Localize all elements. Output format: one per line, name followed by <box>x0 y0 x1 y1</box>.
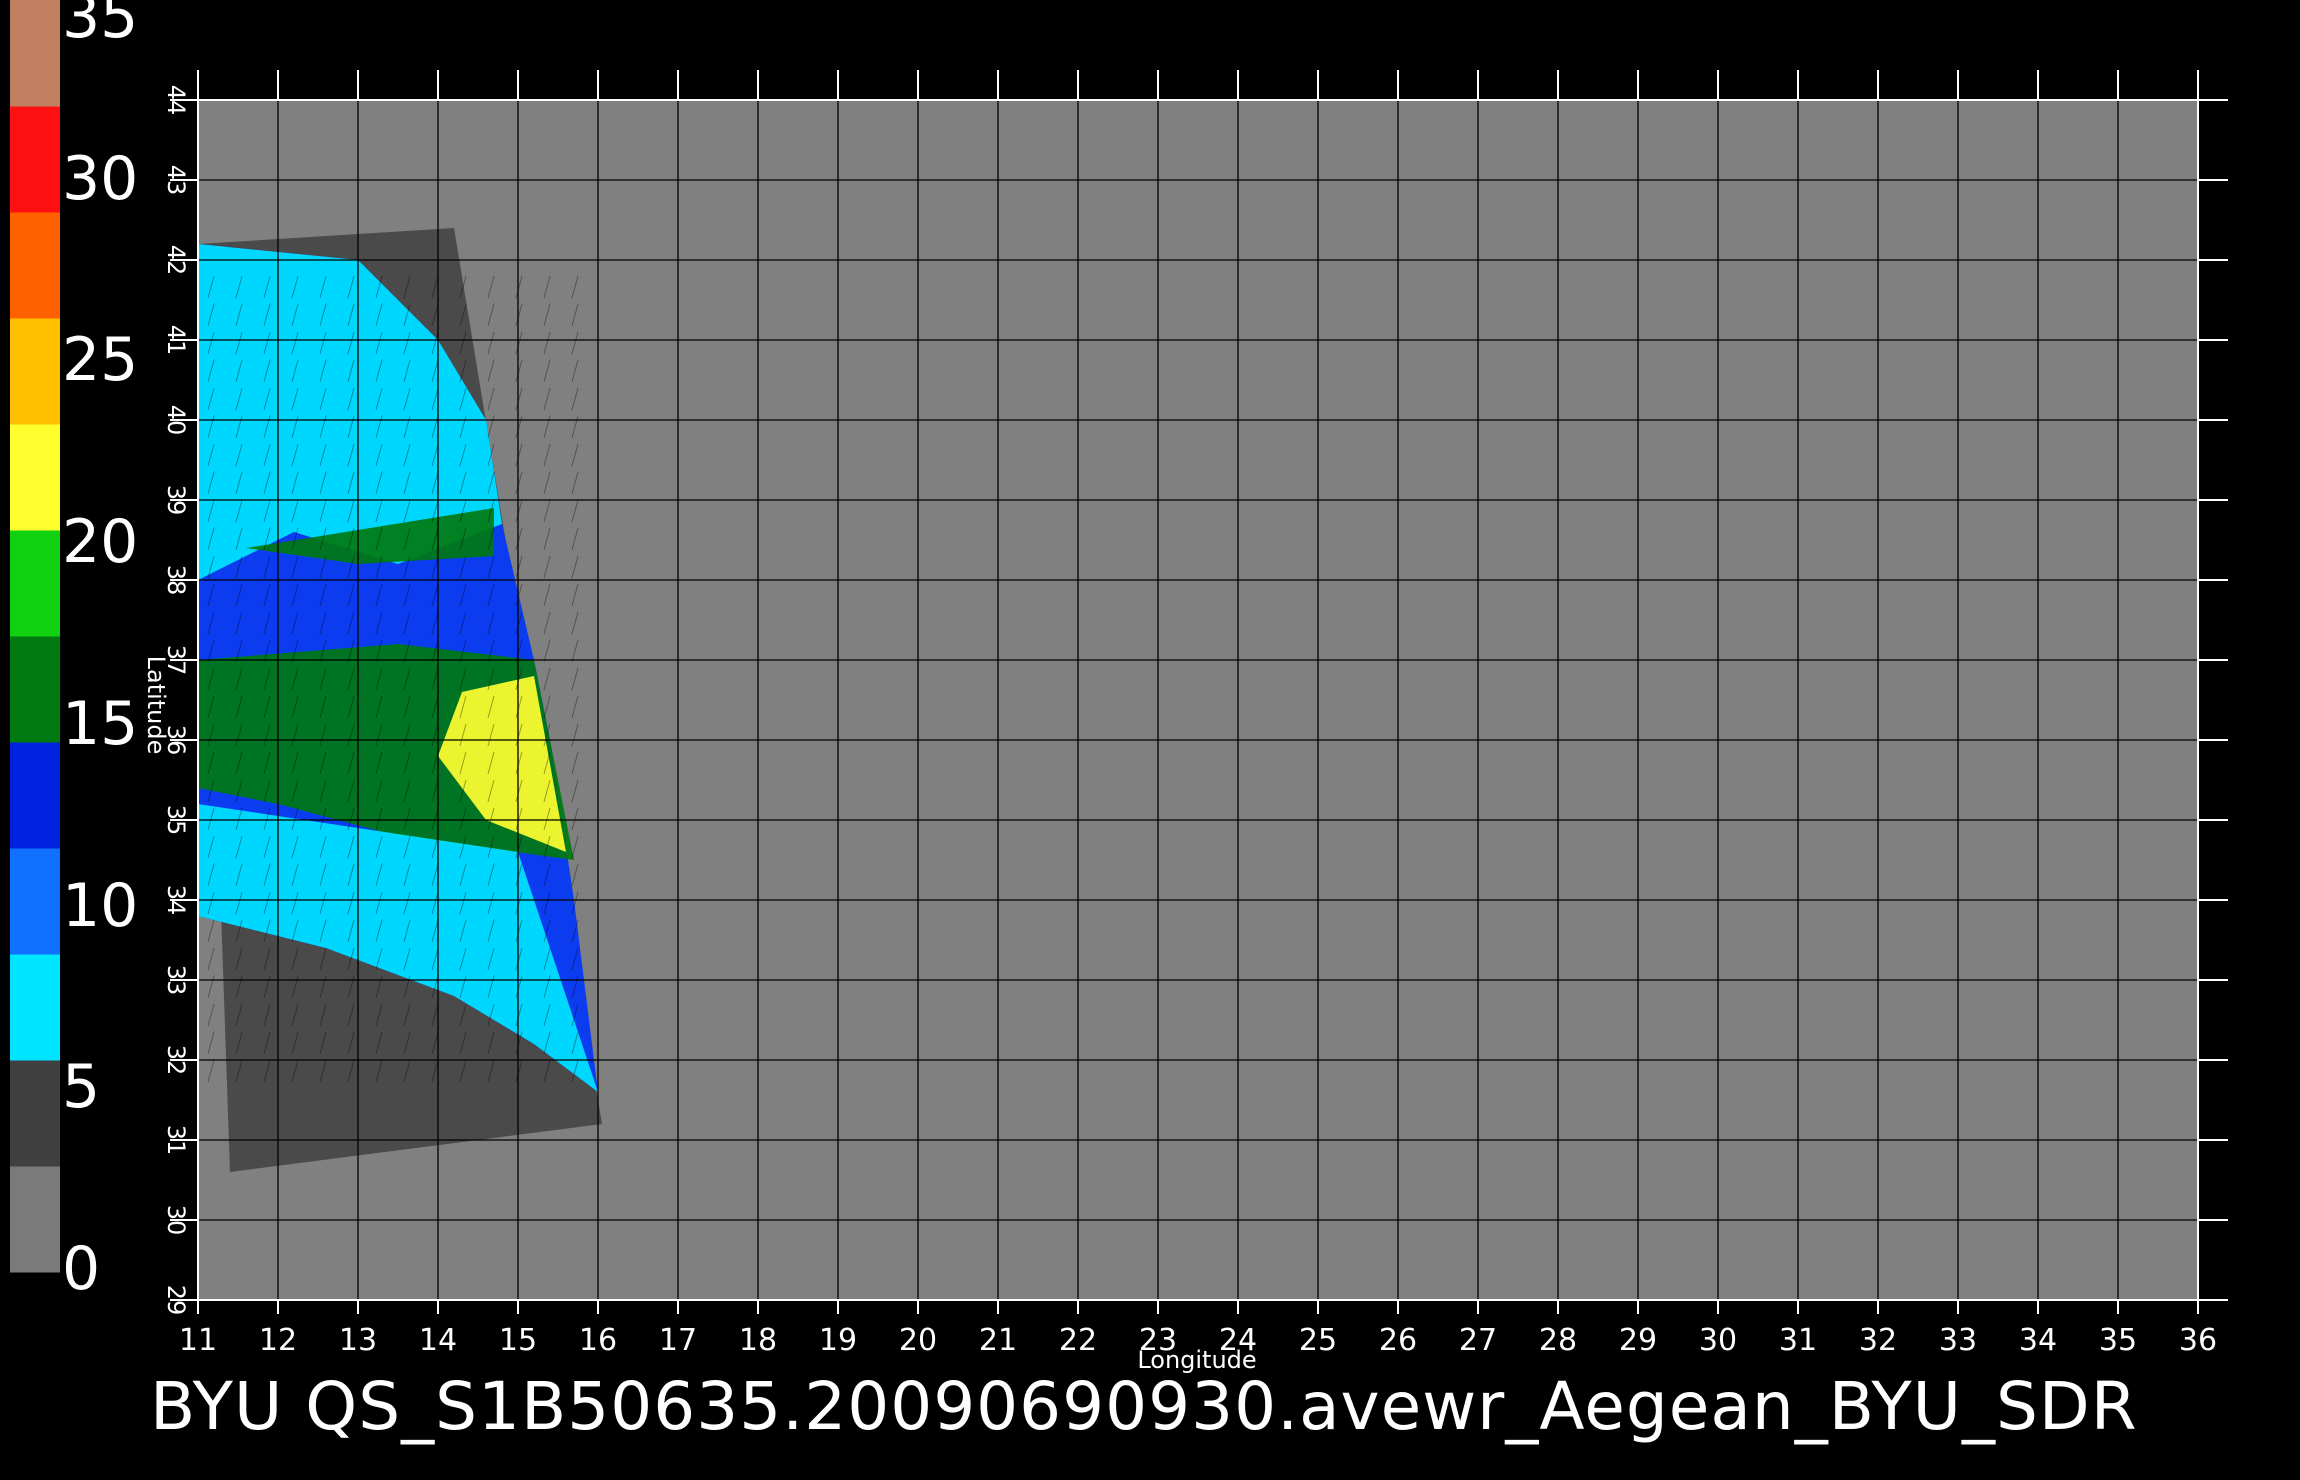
longitude-tick-label: 31 <box>1779 1323 1817 1358</box>
longitude-tick-label: 29 <box>1619 1323 1657 1358</box>
colorbar-segment <box>10 530 60 637</box>
latitude-tick-label: 31 <box>162 1125 190 1156</box>
longitude-tick-label: 34 <box>2019 1323 2057 1358</box>
colorbar-segment <box>10 1166 60 1273</box>
longitude-tick-label: 27 <box>1459 1323 1497 1358</box>
colorbar <box>10 0 60 1273</box>
longitude-tick-label: 20 <box>899 1323 937 1358</box>
wind-map-figure: 11 12 13 14 15 16 17 18 19 20 21 22 23 24 25 26 27 28 29 30… <box>10 0 2228 1374</box>
latitude-tick-label: 34 <box>162 885 190 916</box>
colorbar-tick-label: 5 <box>62 1052 101 1123</box>
latitude-tick-label: 42 <box>162 245 190 276</box>
longitude-tick-label: 32 <box>1859 1323 1897 1358</box>
longitude-tick-label: 16 <box>579 1323 617 1358</box>
longitude-tick-label: 26 <box>1379 1323 1417 1358</box>
longitude-tick-label: 13 <box>339 1323 377 1358</box>
latitude-tick-label: 32 <box>162 1045 190 1076</box>
longitude-tick-label: 22 <box>1059 1323 1097 1358</box>
longitude-tick-label: 35 <box>2099 1323 2137 1358</box>
latitude-tick-label: 33 <box>162 965 190 996</box>
y-axis-label: Latitude <box>142 656 170 755</box>
longitude-tick-label: 30 <box>1699 1323 1737 1358</box>
colorbar-segment <box>10 318 60 425</box>
colorbar-segment <box>10 848 60 955</box>
colorbar-segment <box>10 636 60 743</box>
colorbar-segment <box>10 954 60 1061</box>
colorbar-tick-label: 0 <box>62 1234 101 1304</box>
longitude-tick-label: 12 <box>259 1323 297 1358</box>
longitude-tick-label: 33 <box>1939 1323 1977 1358</box>
latitude-tick-label: 41 <box>162 325 190 356</box>
longitude-tick-label: 11 <box>179 1323 217 1358</box>
colorbar-segment <box>10 1060 60 1167</box>
colorbar-segment <box>10 742 60 849</box>
latitude-tick-label: 30 <box>162 1205 190 1236</box>
colorbar-tick-label: 30 <box>62 143 139 214</box>
longitude-tick-label: 21 <box>979 1323 1017 1358</box>
latitude-tick-label: 35 <box>162 805 190 836</box>
longitude-tick-label: 28 <box>1539 1323 1577 1358</box>
latitude-tick-label: 38 <box>162 565 190 596</box>
latitude-tick-label: 43 <box>162 165 190 196</box>
colorbar-tick-label: 35 <box>62 0 139 52</box>
colorbar-segment <box>10 212 60 319</box>
longitude-tick-label: 14 <box>419 1323 457 1358</box>
latitude-tick-label: 40 <box>162 405 190 436</box>
colorbar-segment <box>10 0 60 107</box>
colorbar-tick-label: 25 <box>62 325 139 396</box>
longitude-tick-label: 15 <box>499 1323 537 1358</box>
colorbar-tick-label: 15 <box>62 688 139 759</box>
colorbar-tick-label: 10 <box>62 870 139 941</box>
longitude-tick-label: 19 <box>819 1323 857 1358</box>
latitude-tick-label: 39 <box>162 485 190 516</box>
colorbar-segment <box>10 424 60 531</box>
longitude-tick-label: 17 <box>659 1323 697 1358</box>
longitude-tick-label: 36 <box>2179 1323 2217 1358</box>
colorbar-segment <box>10 106 60 213</box>
latitude-tick-label: 44 <box>162 85 190 116</box>
image-title: BYU QS_S1B50635.20090690930.avewr_Aegean… <box>150 1368 2138 1445</box>
longitude-tick-label: 25 <box>1299 1323 1337 1358</box>
longitude-tick-label: 18 <box>739 1323 777 1358</box>
colorbar-tick-label: 20 <box>62 507 139 578</box>
latitude-tick-label: 29 <box>162 1285 190 1316</box>
